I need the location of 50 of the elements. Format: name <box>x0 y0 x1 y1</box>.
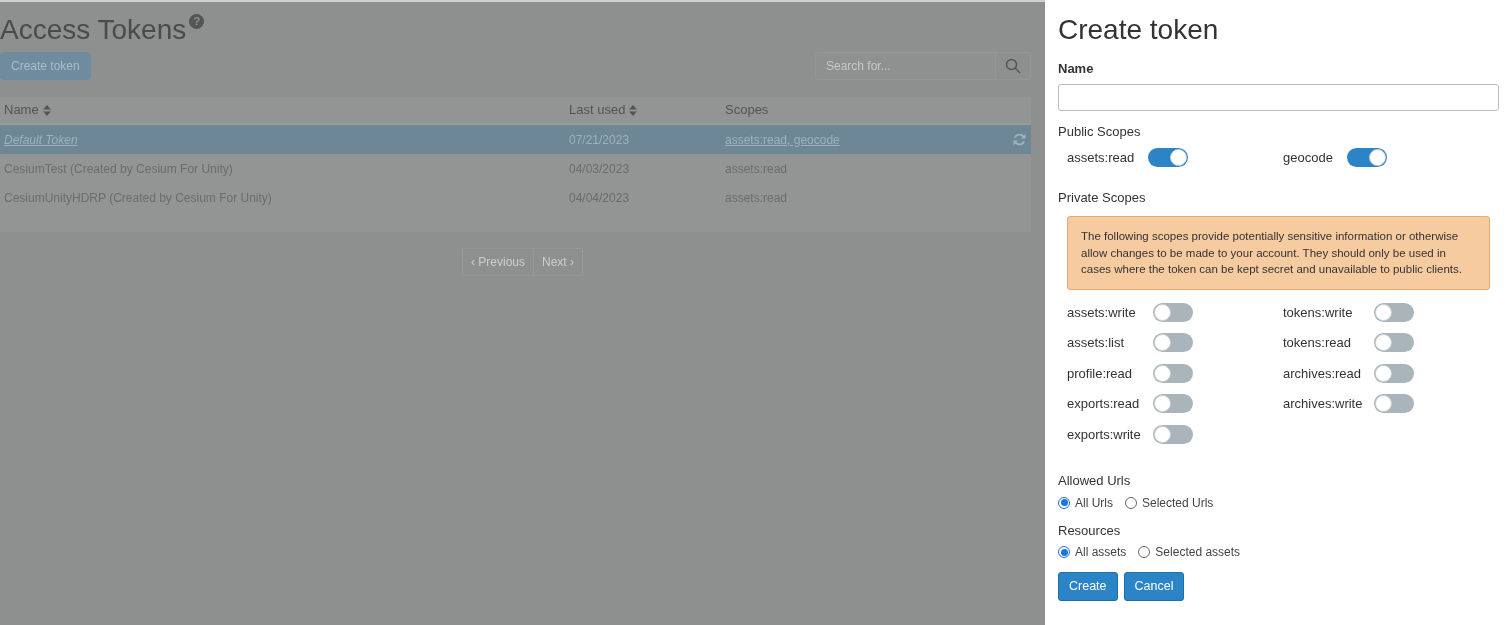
toggle-switch[interactable] <box>1374 302 1414 322</box>
toggle-switch[interactable] <box>1153 424 1193 444</box>
toggle-switch[interactable] <box>1374 363 1414 383</box>
section-label: Allowed Urls <box>1058 472 1132 490</box>
previous-button[interactable]: ‹ Previous <box>461 248 534 276</box>
scope-label: assets:write <box>1067 303 1137 322</box>
sort-icon <box>42 104 51 116</box>
section-label: Resources <box>1058 521 1122 540</box>
radio-label: Selected assets <box>1155 544 1241 561</box>
create-button[interactable]: Create <box>1058 572 1118 601</box>
scope-label: tokens:read <box>1283 334 1352 352</box>
section-label: Private Scopes <box>1058 188 1147 207</box>
toggle-switch[interactable] <box>1346 148 1387 168</box>
column-header[interactable]: Name <box>4 100 39 120</box>
field-label: Name <box>1058 60 1095 78</box>
name-field[interactable] <box>1058 83 1499 111</box>
page-title: Access Tokens <box>0 13 187 47</box>
search-field[interactable]: Search for... <box>815 52 996 80</box>
scope-label: profile:read <box>1067 364 1134 383</box>
toggle-switch[interactable] <box>1374 394 1414 414</box>
toggle-switch[interactable] <box>1153 394 1193 414</box>
warning-message: The following scopes provide potentially sensitive information or otherwise allow changes to be made to your account. They should only be used in cases where the token can be kept secret and unavailable to public clients. <box>1067 216 1490 290</box>
scope-label: assets:list <box>1067 334 1126 352</box>
scope-label: tokens:write <box>1283 303 1354 322</box>
scope-label: geocode <box>1283 149 1333 167</box>
toggle-switch[interactable] <box>1153 333 1193 353</box>
search-button[interactable] <box>996 52 1031 80</box>
search-icon <box>1005 58 1021 74</box>
scope-label: archives:read <box>1283 364 1363 383</box>
scope-label: archives:write <box>1283 395 1364 413</box>
radio-label: All Urls <box>1075 494 1113 512</box>
toggle-switch[interactable] <box>1374 333 1414 353</box>
help-icon[interactable]: ? <box>189 14 205 29</box>
toggle-switch[interactable] <box>1148 148 1189 168</box>
toggle-switch[interactable] <box>1153 302 1193 322</box>
create-token-button[interactable]: Create token <box>0 52 91 80</box>
refresh-icon[interactable] <box>1012 132 1027 147</box>
next-button[interactable]: Next › <box>534 248 583 276</box>
toggle-switch[interactable] <box>1153 363 1193 383</box>
scope-label: exports:write <box>1067 425 1142 444</box>
cancel-button[interactable]: Cancel <box>1123 572 1185 601</box>
column-header[interactable]: Scopes <box>725 100 769 120</box>
scope-label: exports:read <box>1067 395 1141 413</box>
scope-label: assets:read <box>1067 149 1135 167</box>
sort-icon <box>629 104 638 116</box>
panel-title: Create token <box>1058 13 1220 47</box>
radio-label: All assets <box>1075 544 1127 561</box>
radio-label: Selected Urls <box>1142 494 1214 512</box>
column-header[interactable]: Last used <box>569 100 626 120</box>
section-label: Public Scopes <box>1058 122 1142 141</box>
